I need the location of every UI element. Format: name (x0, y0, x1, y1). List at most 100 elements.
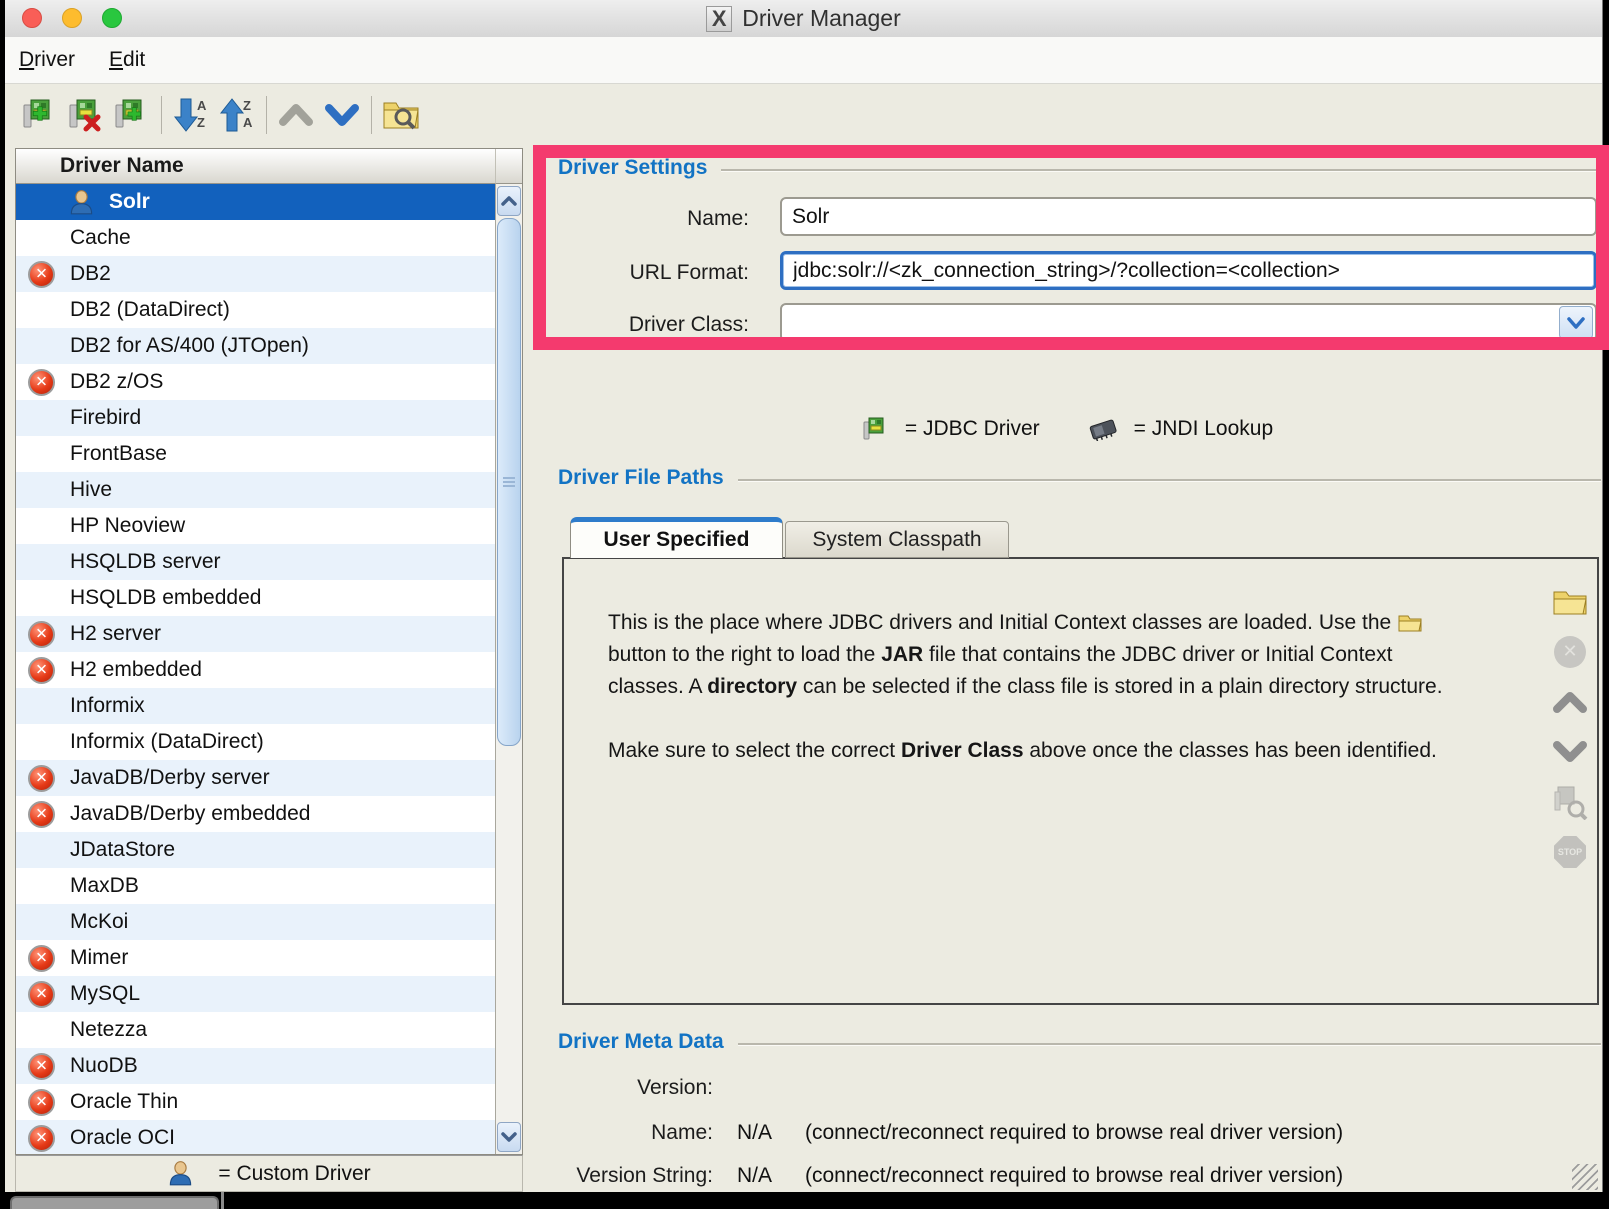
svg-text:A: A (243, 115, 253, 130)
driver-name-label: MaxDB (70, 874, 139, 898)
error-icon (28, 369, 55, 396)
driver-name-label: McKoi (70, 910, 128, 934)
tab-system-classpath[interactable]: System Classpath (785, 521, 1009, 558)
table-row[interactable]: H2 server (16, 616, 495, 652)
stop-loading-button[interactable]: STOP (1551, 833, 1589, 871)
table-row[interactable]: Mimer (16, 940, 495, 976)
menu-bar: Driver Edit (5, 37, 1602, 84)
move-down-button[interactable] (319, 92, 365, 138)
driver-name-label: Oracle Thin (70, 1090, 178, 1114)
svg-text:Z: Z (243, 98, 251, 113)
driver-name-label: Mimer (70, 946, 128, 970)
section-divider (721, 169, 1601, 172)
custom-driver-icon (167, 1160, 194, 1187)
error-icon (28, 1053, 55, 1080)
driver-name-label: Cache (70, 226, 131, 250)
table-row[interactable]: JDataStore (16, 832, 495, 868)
driver-card-add-icon (20, 95, 60, 135)
find-driver-files-button[interactable] (378, 92, 424, 138)
move-up-button[interactable] (273, 92, 319, 138)
driver-name-label: NuoDB (70, 1054, 138, 1078)
screenshot-root: X Driver Manager Driver Edit (0, 0, 1609, 1209)
error-icon (28, 657, 55, 684)
column-header-driver-name[interactable]: Driver Name (16, 149, 496, 184)
table-row[interactable]: Solr (16, 184, 495, 220)
menu-edit[interactable]: Edit (109, 48, 145, 72)
custom-driver-icon (68, 189, 95, 216)
table-row[interactable]: DB2 z/OS (16, 364, 495, 400)
table-row[interactable]: HSQLDB embedded (16, 580, 495, 616)
remove-driver-button[interactable] (63, 92, 109, 138)
table-row[interactable]: JavaDB/Derby server (16, 760, 495, 796)
remove-path-button[interactable] (1551, 633, 1589, 671)
background-window-remnant (10, 1196, 219, 1209)
name-field[interactable] (780, 197, 1597, 236)
driver-name-label: JavaDB/Derby embedded (70, 802, 310, 826)
meta-name-value: N/A (737, 1121, 772, 1145)
url-format-field[interactable] (780, 251, 1597, 290)
error-icon (28, 261, 55, 288)
menu-driver[interactable]: Driver (19, 48, 75, 72)
table-row[interactable]: Informix (DataDirect) (16, 724, 495, 760)
table-row[interactable]: McKoi (16, 904, 495, 940)
section-divider (738, 1043, 1601, 1046)
copy-driver-button[interactable] (109, 92, 155, 138)
find-driver-class-button[interactable] (1551, 783, 1589, 821)
path-move-down-button[interactable] (1551, 733, 1589, 771)
driver-class-combobox[interactable] (780, 303, 1597, 342)
table-row[interactable]: Oracle OCI (16, 1120, 495, 1154)
driver-settings-title: Driver Settings (558, 156, 1601, 180)
table-row[interactable]: MySQL (16, 976, 495, 1012)
scroll-up-button[interactable] (497, 186, 521, 216)
jndi-lookup-legend-label: = JNDI Lookup (1134, 417, 1274, 441)
tab-user-specified[interactable]: User Specified (570, 517, 783, 558)
sort-ascending-button[interactable]: A Z (168, 92, 214, 138)
table-row[interactable]: Oracle Thin (16, 1084, 495, 1120)
driver-meta-data-title: Driver Meta Data (558, 1030, 1601, 1054)
table-row[interactable]: DB2 (DataDirect) (16, 292, 495, 328)
table-row[interactable]: MaxDB (16, 868, 495, 904)
chevron-up-icon (501, 196, 517, 206)
driver-name-label: Netezza (70, 1018, 147, 1042)
driver-class-dropdown-button[interactable] (1559, 306, 1593, 339)
table-row[interactable]: Netezza (16, 1012, 495, 1048)
create-driver-button[interactable] (17, 92, 63, 138)
path-move-up-button[interactable] (1551, 683, 1589, 721)
version-string-note: (connect/reconnect required to browse re… (805, 1164, 1343, 1188)
load-jar-button[interactable] (1551, 583, 1589, 621)
table-row[interactable]: JavaDB/Derby embedded (16, 796, 495, 832)
table-row[interactable]: Cache (16, 220, 495, 256)
title-bar: X Driver Manager (5, 0, 1602, 38)
table-row[interactable]: HP Neoview (16, 508, 495, 544)
sort-descending-button[interactable]: Z A (214, 92, 260, 138)
vertical-scrollbar[interactable] (495, 184, 522, 1154)
table-row[interactable]: H2 embedded (16, 652, 495, 688)
table-row[interactable]: NuoDB (16, 1048, 495, 1084)
name-label: Name: (539, 207, 749, 231)
table-row[interactable]: Hive (16, 472, 495, 508)
toolbar: A Z Z A (5, 84, 1602, 145)
open-folder-icon (1397, 612, 1423, 633)
table-row[interactable]: FrontBase (16, 436, 495, 472)
remove-circle-icon (1554, 636, 1586, 668)
toolbar-separator (161, 96, 162, 134)
driver-name-label: DB2 (DataDirect) (70, 298, 230, 322)
table-row[interactable]: DB2 (16, 256, 495, 292)
table-row[interactable]: Firebird (16, 400, 495, 436)
window-title: Driver Manager (742, 5, 901, 32)
driver-name-label: MySQL (70, 982, 140, 1006)
jdbc-driver-icon (861, 414, 891, 444)
error-icon (28, 981, 55, 1008)
jndi-lookup-icon (1086, 417, 1120, 441)
table-row[interactable]: HSQLDB server (16, 544, 495, 580)
driver-name-label: DB2 for AS/400 (JTOpen) (70, 334, 309, 358)
table-row[interactable]: DB2 for AS/400 (JTOpen) (16, 328, 495, 364)
version-label: Version: (453, 1076, 713, 1100)
table-row[interactable]: Informix (16, 688, 495, 724)
driver-name-label: DB2 (70, 262, 111, 286)
driver-table-header[interactable]: Driver Name (16, 149, 522, 184)
error-icon (28, 621, 55, 648)
resize-grip[interactable] (1572, 1164, 1598, 1190)
scrollbar-thumb[interactable] (497, 218, 521, 746)
driver-name-label: Informix (70, 694, 145, 718)
